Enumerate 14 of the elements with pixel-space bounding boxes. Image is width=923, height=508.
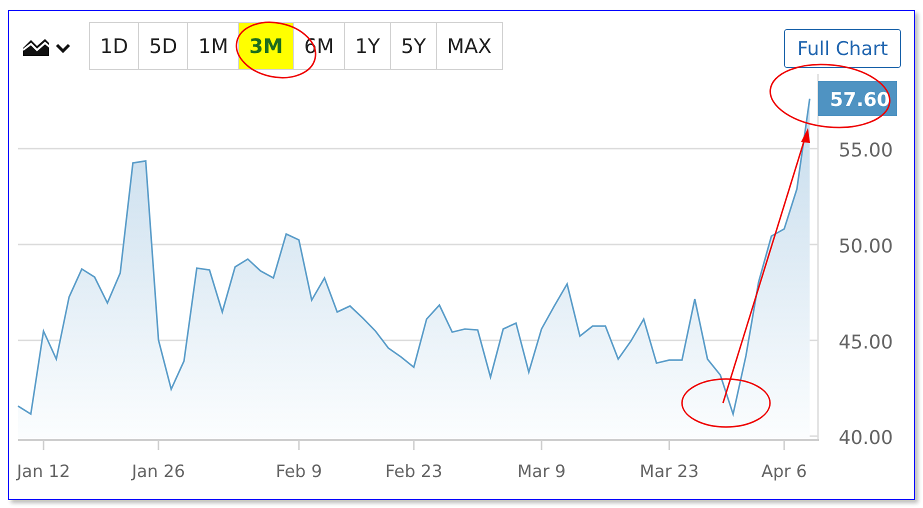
y-axis-label: 55.00 bbox=[838, 140, 893, 162]
full-chart-button[interactable]: Full Chart bbox=[784, 29, 901, 68]
price-label: 57.60 bbox=[818, 81, 897, 116]
x-axis-label: Mar 9 bbox=[517, 462, 566, 482]
x-axis-label: Feb 9 bbox=[276, 462, 322, 482]
y-axis-label: 40.00 bbox=[838, 427, 893, 450]
y-axis-label: 45.00 bbox=[838, 331, 893, 354]
x-axis-label: Jan 26 bbox=[132, 462, 186, 482]
y-axis-label: 50.00 bbox=[838, 236, 893, 258]
range-tab[interactable]: 3M bbox=[239, 23, 294, 69]
x-axis-label: Jan 12 bbox=[16, 462, 70, 482]
x-axis-label: Feb 23 bbox=[385, 462, 442, 482]
x-axis-label: Apr 6 bbox=[761, 462, 807, 482]
x-axis-label: Mar 23 bbox=[640, 462, 699, 482]
